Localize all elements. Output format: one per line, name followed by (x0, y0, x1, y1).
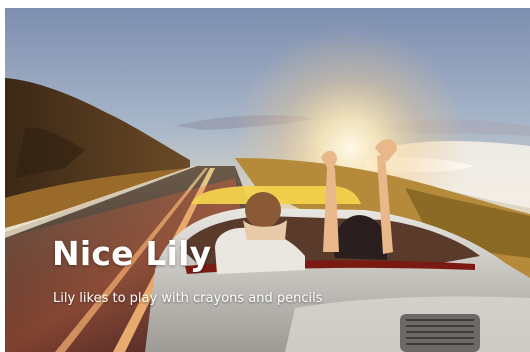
slide-title: Nice Lily (52, 234, 212, 273)
slide-description: Lily likes to play with crayons and penc… (53, 291, 323, 306)
image-slide[interactable]: Nice Lily Lily likes to play with crayon… (5, 8, 530, 352)
